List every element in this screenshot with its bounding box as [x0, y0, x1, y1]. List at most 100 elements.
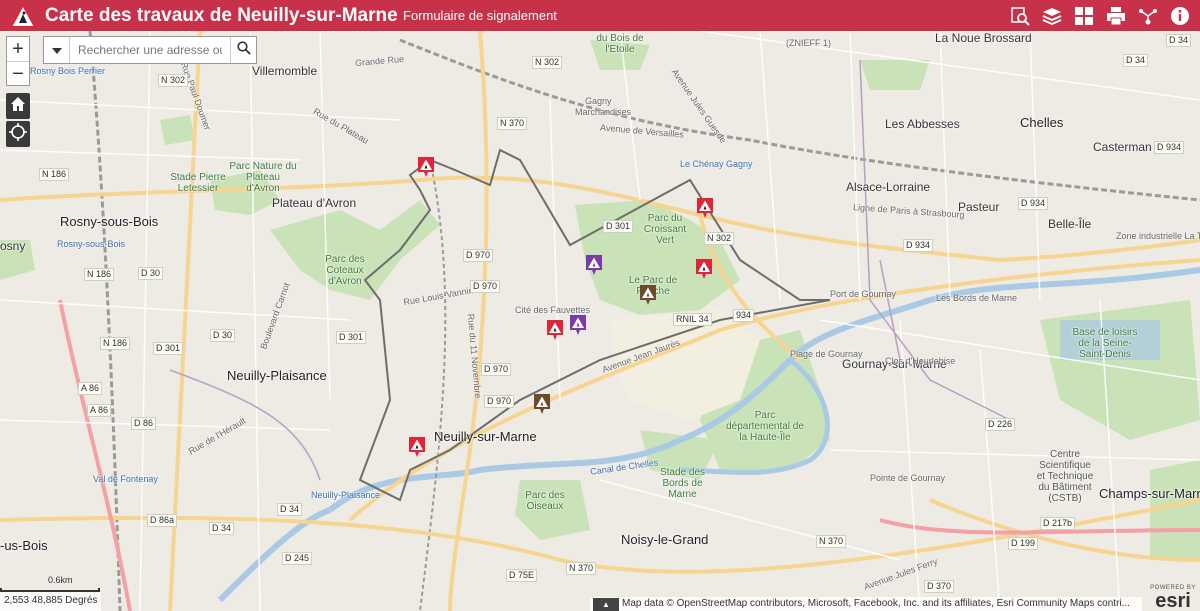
place-label: Rosny-sous-Bois [57, 239, 126, 249]
home-button[interactable] [6, 93, 30, 119]
roadwork-logo-icon [10, 3, 36, 29]
place-label: Neuilly-Plaisance [227, 368, 327, 383]
road-shield: N 302 [532, 56, 563, 69]
road-shield: D 34 [1166, 34, 1192, 47]
road-shield: N 186 [84, 268, 115, 281]
road-shield: D 75E [506, 569, 538, 582]
attribution[interactable]: Map data © OpenStreetMap contributors, M… [590, 597, 1142, 611]
place-label: Neuilly-Plaisance [311, 490, 381, 500]
park-label: Parc des Oiseaux [525, 490, 565, 512]
park-label: Parc départemental de la Haute-Île [726, 410, 804, 443]
place-label: Plage de Gournay [790, 349, 863, 359]
search-widget [43, 36, 257, 64]
road-shield: N 302 [158, 74, 189, 87]
chevron-up-icon: ▲ [602, 600, 610, 609]
road-shield: D 199 [1008, 537, 1039, 550]
place-label: La Noue Brossard [935, 31, 1032, 45]
place-label: Noisy-le-Grand [621, 532, 709, 547]
work-marker-brown[interactable] [533, 393, 551, 415]
place-label: Chelles [1020, 115, 1064, 130]
road-shield: 934 [733, 309, 755, 322]
place-label: Zone industrielle La Trentaine [1116, 231, 1200, 241]
basemap-gallery-icon[interactable] [1068, 0, 1100, 31]
place-label: Val de Fontenay [93, 474, 158, 484]
road-shield: D 245 [282, 552, 313, 565]
road-shield: D 34 [1123, 54, 1149, 67]
road-shield: D 301 [603, 220, 634, 233]
app-header: Carte des travaux de Neuilly-sur-Marne F… [0, 0, 1200, 31]
place-label: Champs-sur-Marne [1099, 486, 1200, 501]
road-shield: D 970 [470, 280, 501, 293]
road-shield: A 86 [78, 382, 103, 395]
report-form-link[interactable]: Formulaire de signalement [403, 8, 557, 23]
road-shield: D 34 [209, 522, 235, 535]
place-label: -us-Bois [0, 538, 48, 553]
place-label: Villemomble [252, 64, 318, 78]
place-label: Centre Scientifique et Technique du Bâti… [1036, 449, 1094, 504]
work-marker-red[interactable] [417, 156, 435, 178]
layers-icon[interactable] [1036, 0, 1068, 31]
road-shield: D 970 [463, 249, 494, 262]
coordinates-text: 2,553 48,885 Degrés [4, 595, 98, 606]
road-shield: N 186 [100, 337, 131, 350]
work-marker-red[interactable] [546, 319, 564, 341]
app-title: Carte des travaux de Neuilly-sur-Marne [45, 4, 398, 26]
work-marker-purple[interactable] [569, 314, 587, 336]
work-marker-red[interactable] [696, 197, 714, 219]
search-map-icon[interactable] [1004, 0, 1036, 31]
coordinates-readout: 2,553 48,885 Degrés [0, 592, 102, 611]
locate-button[interactable] [6, 121, 30, 147]
search-input[interactable] [70, 37, 230, 63]
place-label: Clos d'Heurlebise [885, 356, 956, 366]
road-shield: N 370 [566, 562, 597, 575]
work-marker-red[interactable] [408, 436, 426, 458]
place-label: Les Bords de Marne [936, 293, 1018, 303]
map-view[interactable]: Villemomble Rosny-sous-Bois Plateau d'Av… [0, 31, 1200, 611]
road-shield: RNIL 34 [673, 313, 712, 326]
place-label: Gagny [585, 96, 612, 106]
place-label: Pointe de Gournay [870, 473, 946, 483]
home-icon [10, 96, 26, 117]
search-button[interactable] [230, 37, 256, 63]
locate-icon [9, 122, 27, 146]
work-marker-purple[interactable] [585, 254, 603, 276]
zoom-out-button[interactable]: − [7, 61, 29, 85]
park-label: du Bois de l'Etoile [596, 33, 644, 55]
esri-wordmark: esri [1155, 590, 1191, 611]
search-source-dropdown[interactable] [44, 37, 70, 63]
place-label: Rosny Bois Perrier [30, 66, 106, 76]
print-icon[interactable] [1100, 0, 1132, 31]
road-shield: D 370 [924, 580, 955, 593]
info-icon[interactable] [1164, 0, 1196, 31]
park-label: Parc des Coteaux d'Avron [325, 254, 365, 287]
road-shield: D 934 [1154, 141, 1185, 154]
park-label: Stade Pierre Letessier [170, 172, 226, 194]
road-shield: D 30 [138, 267, 164, 280]
search-icon [236, 40, 251, 60]
scale-label: 0.6km [48, 575, 73, 585]
esri-logo: POWERED BY esri [1146, 578, 1200, 611]
road-shield: D 301 [153, 342, 184, 355]
road-shield: N 370 [816, 535, 847, 548]
place-label: Marchandises [575, 107, 632, 117]
attribution-toggle-button[interactable]: ▲ [593, 598, 619, 611]
road-shield: D 30 [210, 329, 236, 342]
share-icon[interactable] [1132, 0, 1164, 31]
park-label: Stade des Bords de Marne [659, 467, 706, 500]
road-shield: D 934 [903, 239, 934, 252]
place-label: Rosny-sous-Bois [60, 214, 159, 229]
work-marker-brown[interactable] [639, 284, 657, 306]
road-shield: D 34 [277, 503, 303, 516]
road-shield: N 370 [497, 117, 528, 130]
road-shield: D 970 [481, 363, 512, 376]
road-shield: D 226 [985, 418, 1016, 431]
work-marker-red[interactable] [695, 258, 713, 280]
place-label: Plateau d'Avron [272, 196, 357, 210]
place-label: osny [0, 239, 26, 253]
zoom-in-button[interactable]: + [7, 37, 29, 61]
road-shield: N 302 [704, 232, 735, 245]
place-label: Les Abbesses [885, 117, 960, 131]
road-shield: D 970 [484, 395, 515, 408]
road-shield: D 301 [336, 331, 367, 344]
place-label: (ZNIEFF 1) [786, 38, 831, 48]
